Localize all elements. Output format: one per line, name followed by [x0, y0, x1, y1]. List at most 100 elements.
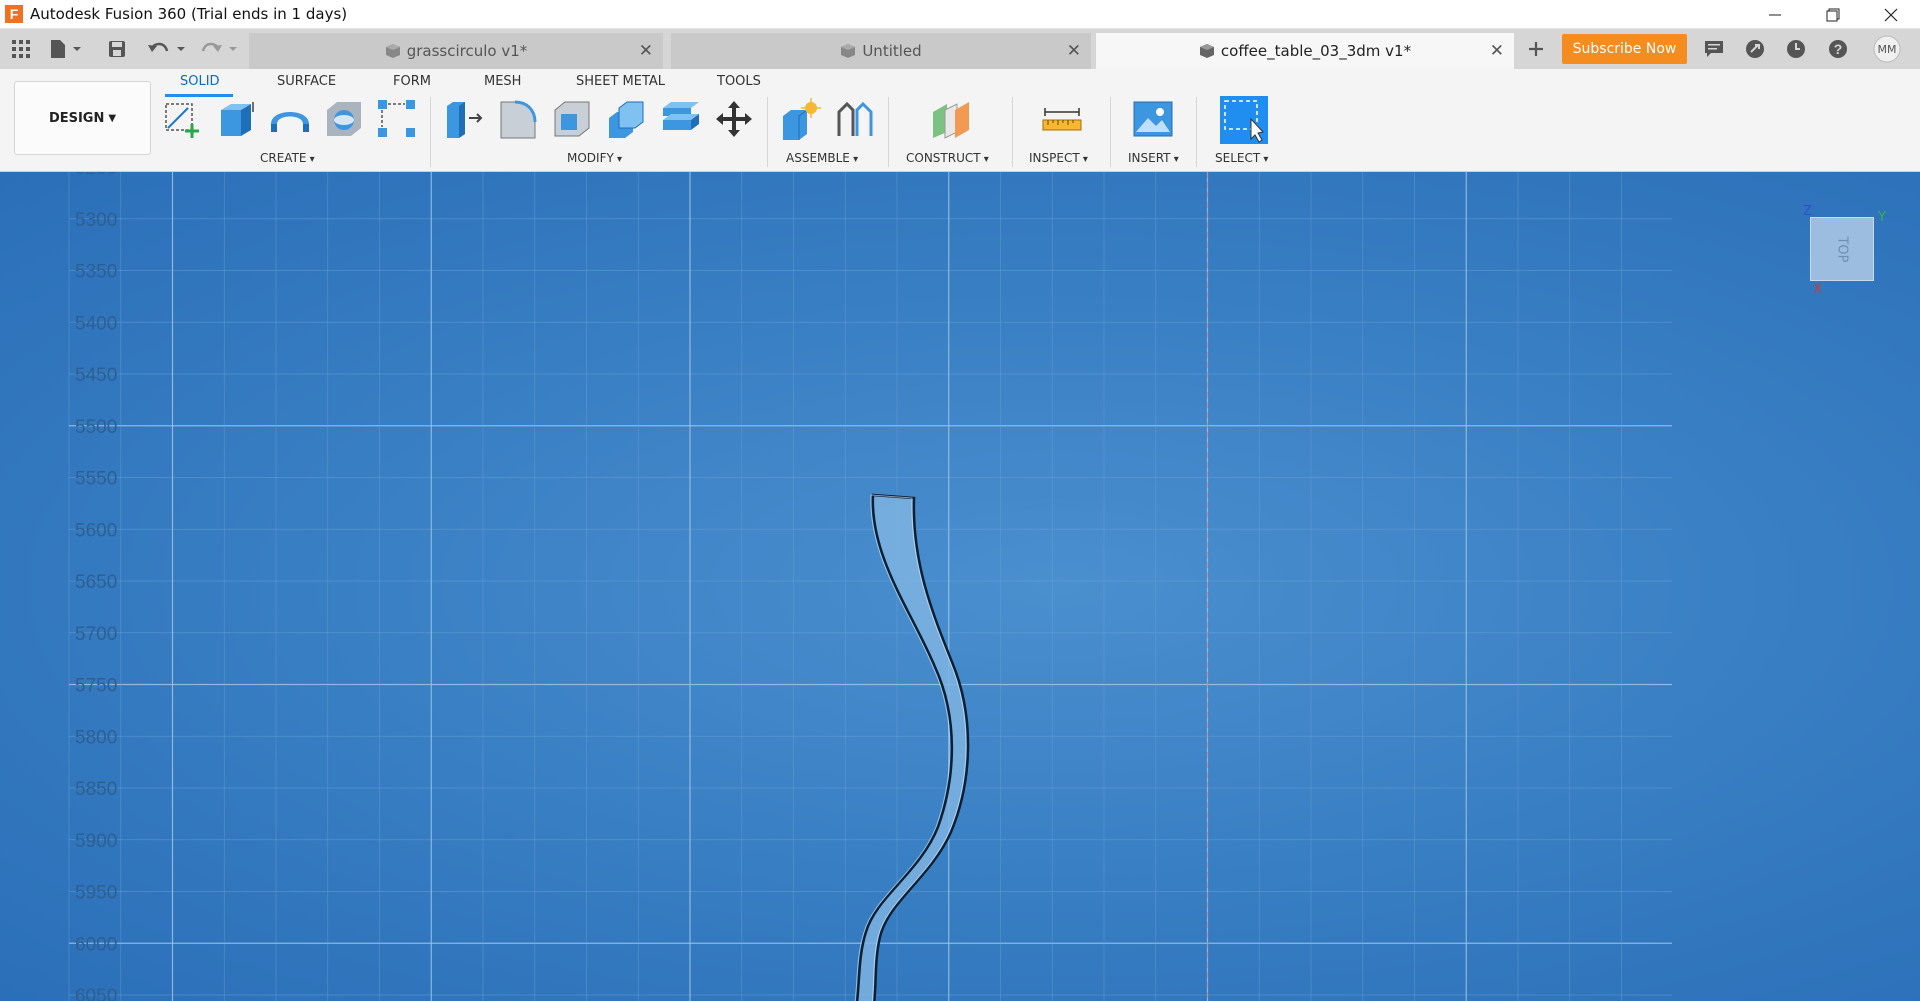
comment-icon	[1705, 41, 1723, 57]
tab-surface[interactable]: SURFACE	[277, 74, 336, 89]
group-separator	[430, 97, 431, 167]
ruler-tick-label: 5850	[75, 779, 117, 800]
create-sketch-button[interactable]	[161, 97, 205, 141]
tab-tools[interactable]: TOOLS	[717, 74, 761, 89]
new-component-button[interactable]	[778, 97, 822, 141]
ruler-tick-label: 5350	[75, 262, 117, 283]
ruler-labels: 5250 5300 5350 5400 5450 5500 5550 5600 5650 5700…	[75, 172, 117, 1001]
group-separator	[1012, 97, 1013, 167]
measure-button[interactable]	[1040, 97, 1084, 141]
history-button[interactable]	[1784, 37, 1808, 61]
minimize-icon	[1769, 14, 1781, 15]
ruler-tick-label: 5300	[75, 210, 117, 231]
help-icon: ?	[1829, 40, 1847, 58]
sketch-profile-curve[interactable]	[855, 493, 970, 1001]
user-initials: MM	[1877, 42, 1897, 56]
save-button[interactable]	[106, 37, 128, 61]
plus-icon	[1529, 42, 1543, 56]
viewcube[interactable]: TOP	[1810, 217, 1874, 281]
pattern-button[interactable]	[375, 97, 419, 141]
job-status-icon	[1746, 40, 1764, 58]
close-window-button[interactable]	[1862, 0, 1920, 29]
hole-button[interactable]	[322, 97, 366, 141]
combine-button[interactable]	[658, 97, 702, 141]
offset-plane-button[interactable]	[928, 97, 972, 141]
fusion-logo-icon: F	[5, 5, 23, 23]
ribbon-toolbar: DESIGN ▼ SOLID SURFACE FORM MESH SHEET M…	[0, 69, 1920, 172]
select-button[interactable]	[1220, 96, 1268, 144]
component-icon	[385, 44, 400, 58]
save-icon	[109, 41, 125, 57]
close-tab-icon[interactable]: ✕	[639, 41, 653, 61]
file-icon	[51, 40, 81, 58]
subscribe-button[interactable]: Subscribe Now	[1562, 34, 1687, 64]
modify-menu[interactable]: MODIFY	[567, 151, 622, 165]
shell-button[interactable]	[604, 97, 648, 141]
ruler-tick-label: 5600	[75, 520, 117, 541]
doc-tab-label: coffee_table_03_3dm v1*	[1220, 42, 1412, 60]
ruler-tick-label: 5650	[75, 572, 117, 593]
ruler-tick-label: 5250	[75, 172, 117, 179]
group-separator	[1196, 97, 1197, 167]
undo-button[interactable]	[146, 37, 188, 61]
doc-tab-label: grasscirculo v1*	[406, 42, 528, 60]
inspect-menu[interactable]: INSPECT	[1029, 151, 1088, 165]
doc-tab-label: Untitled	[862, 42, 922, 60]
doc-tab-1[interactable]: Untitled ✕	[671, 33, 1091, 69]
grid-overlay: 5250 5300 5350 5400 5450 5500 5550 5600 5650 5700…	[68, 172, 1672, 1001]
job-status-button[interactable]	[1743, 37, 1767, 61]
ruler-tick-label: 5450	[75, 365, 117, 386]
assemble-menu[interactable]: ASSEMBLE	[786, 151, 858, 165]
comments-button[interactable]	[1702, 37, 1726, 61]
offset-plane-icon	[933, 102, 969, 139]
undo-icon	[148, 42, 185, 52]
move-copy-button[interactable]	[712, 97, 756, 141]
viewcube-axis-x: X	[1813, 282, 1822, 297]
tab-mesh[interactable]: MESH	[484, 74, 521, 89]
redo-icon	[201, 42, 237, 52]
pattern-icon	[378, 100, 415, 137]
construct-menu[interactable]: CONSTRUCT	[906, 151, 989, 165]
redo-button[interactable]	[198, 37, 240, 61]
create-menu[interactable]: CREATE	[260, 151, 315, 165]
group-separator	[1110, 97, 1111, 167]
select-menu[interactable]: SELECT	[1215, 151, 1268, 165]
press-pull-button[interactable]	[442, 97, 486, 141]
grid-lines	[68, 172, 1672, 1001]
extrude-button[interactable]	[214, 97, 258, 141]
measure-icon	[1042, 108, 1082, 131]
restore-button[interactable]	[1804, 0, 1862, 29]
doc-tab-2[interactable]: coffee_table_03_3dm v1* ✕	[1096, 33, 1514, 69]
insert-menu[interactable]: INSERT	[1128, 151, 1179, 165]
tab-solid[interactable]: SOLID	[180, 74, 220, 89]
help-button[interactable]: ?	[1826, 37, 1850, 61]
fillet-button[interactable]	[496, 97, 540, 141]
ruler-tick-label: 6050	[75, 986, 117, 1001]
tab-sheet-metal[interactable]: SHEET METAL	[576, 74, 665, 89]
workspace-switcher-button[interactable]: DESIGN ▼	[14, 81, 151, 155]
group-separator	[888, 97, 889, 167]
svg-text:?: ?	[1834, 41, 1843, 57]
data-panel-button[interactable]	[9, 37, 33, 61]
revolve-button[interactable]	[268, 97, 312, 141]
close-tab-icon[interactable]: ✕	[1490, 41, 1504, 61]
ruler-tick-label: 5900	[75, 831, 117, 852]
design-viewport[interactable]: 5250 5300 5350 5400 5450 5500 5550 5600 5650 5700…	[0, 172, 1920, 1001]
close-tab-icon[interactable]: ✕	[1067, 41, 1081, 61]
doc-tab-0[interactable]: grasscirculo v1* ✕	[249, 33, 663, 69]
file-menu-button[interactable]	[48, 37, 84, 61]
component-icon	[841, 44, 856, 58]
insert-canvas-button[interactable]	[1131, 97, 1175, 141]
minimize-button[interactable]	[1746, 0, 1804, 29]
chamfer-button[interactable]	[550, 97, 594, 141]
ruler-tick-label: 5800	[75, 727, 117, 748]
new-tab-button[interactable]	[1522, 37, 1550, 61]
extrude-icon	[221, 102, 254, 136]
image-icon	[1133, 101, 1173, 137]
revolve-icon	[271, 112, 309, 132]
joint-button[interactable]	[832, 97, 876, 141]
user-avatar-button[interactable]: MM	[1872, 35, 1902, 63]
tab-form[interactable]: FORM	[393, 74, 431, 89]
clock-icon	[1787, 40, 1805, 58]
viewcube-axis-y: Y	[1878, 210, 1886, 225]
